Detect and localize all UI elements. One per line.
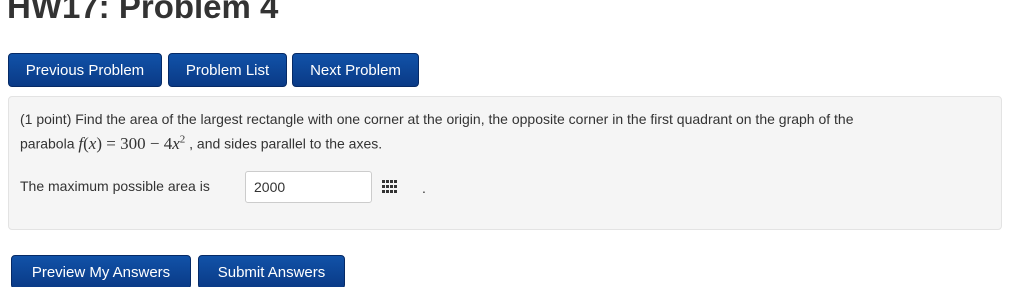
- parabola-text: parabola: [20, 135, 79, 152]
- problem-statement-line-1: (1 point) Find the area of the largest r…: [20, 111, 854, 127]
- submit-answers-button[interactable]: Submit Answers: [198, 255, 345, 287]
- sides-text: , and sides parallel to the axes.: [185, 135, 383, 152]
- page-title: HW17: Problem 4: [7, 0, 279, 25]
- formula-f: f: [78, 133, 84, 153]
- trailing-period: .: [422, 180, 426, 196]
- next-problem-button[interactable]: Next Problem: [292, 53, 419, 87]
- problem-list-button[interactable]: Problem List: [168, 53, 287, 87]
- formula-x: x: [88, 133, 97, 153]
- grid-keypad-icon[interactable]: [382, 180, 398, 194]
- formula-body: = 300 − 4: [102, 133, 173, 153]
- page: HW17: Problem 4 Previous Problem Problem…: [0, 0, 1024, 287]
- preview-answers-button[interactable]: Preview My Answers: [11, 255, 191, 287]
- formula-x2: x: [172, 133, 180, 153]
- answer-label: The maximum possible area is: [20, 178, 210, 194]
- problem-panel: (1 point) Find the area of the largest r…: [8, 96, 1002, 230]
- answer-input[interactable]: [245, 171, 372, 203]
- function-formula: f(x) = 300 − 4x2: [78, 133, 186, 153]
- problem-statement-line-2: parabola f(x) = 300 − 4x2 , and sides pa…: [20, 133, 382, 154]
- previous-problem-button[interactable]: Previous Problem: [8, 53, 162, 87]
